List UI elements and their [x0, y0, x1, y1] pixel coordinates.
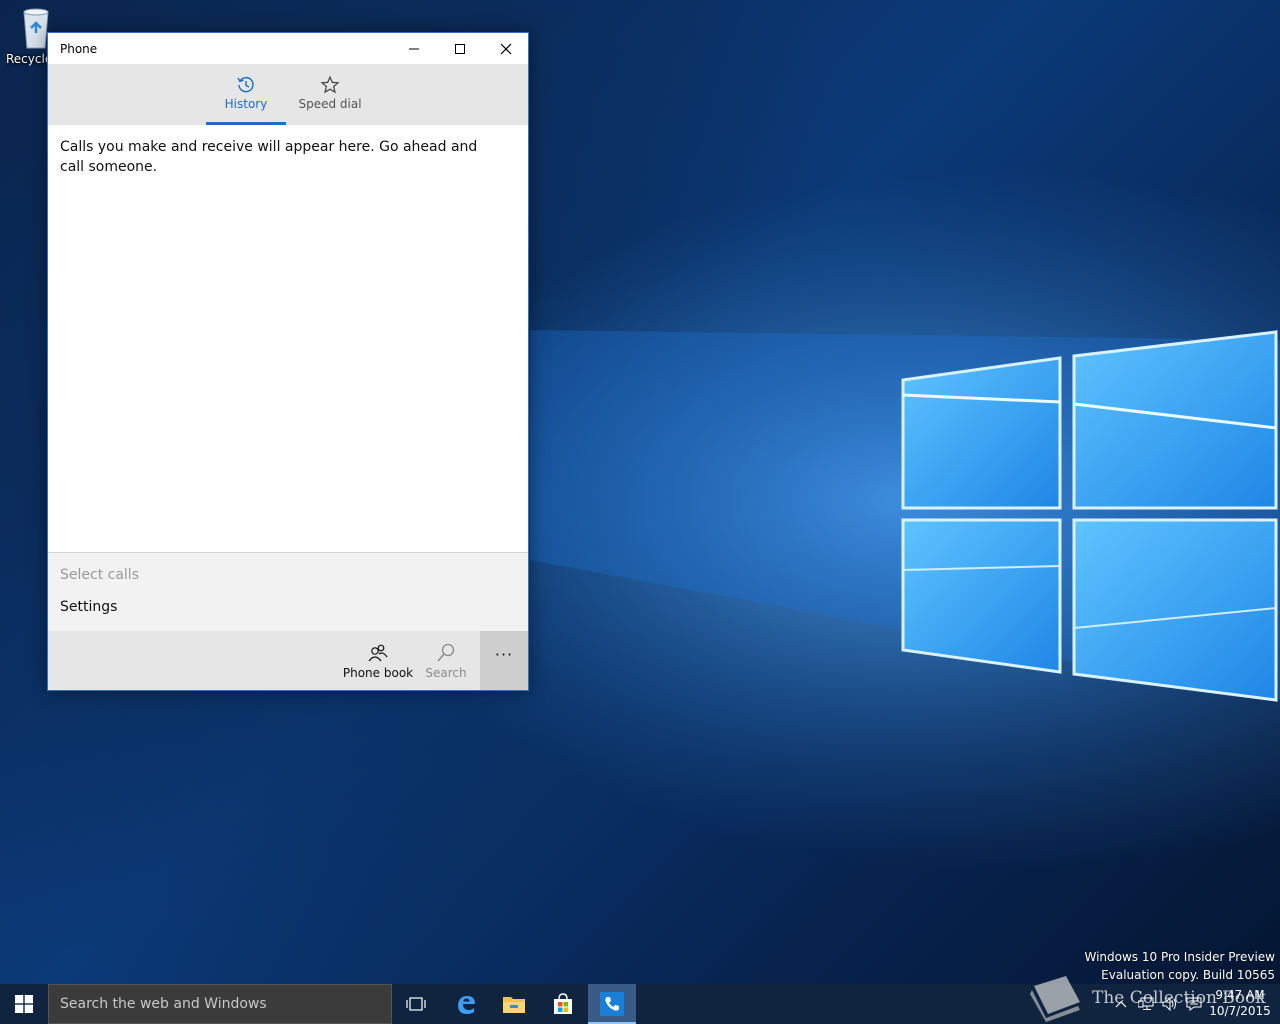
- taskbar-search-box[interactable]: Search the web and Windows: [48, 984, 392, 1024]
- minimize-button[interactable]: [391, 33, 437, 64]
- start-button[interactable]: [0, 984, 48, 1024]
- phone-book-button[interactable]: Phone book: [342, 631, 414, 690]
- call-history-list: Calls you make and receive will appear h…: [48, 125, 528, 552]
- minimize-icon: [409, 48, 419, 49]
- star-icon: [320, 75, 340, 94]
- collection-book-watermark: The Collection Book: [1092, 988, 1266, 1008]
- task-view-icon: [406, 997, 426, 1011]
- taskbar: Search the web and Windows 9:47 AM 10/7/…: [0, 984, 1280, 1024]
- close-button[interactable]: [483, 33, 529, 64]
- search-button[interactable]: Search: [420, 631, 472, 690]
- select-calls-menu-item: Select calls: [60, 567, 139, 583]
- windows-start-icon: [15, 995, 33, 1013]
- window-title: Phone: [60, 41, 98, 56]
- bottom-app-bar: Phone book Search ···: [48, 631, 528, 690]
- tab-bar: History Speed dial: [48, 64, 528, 125]
- book-watermark-icon: [1030, 976, 1080, 1022]
- more-options-button[interactable]: ···: [480, 631, 528, 690]
- people-icon: [368, 644, 388, 662]
- phone-icon: [600, 992, 624, 1016]
- history-icon: [237, 76, 254, 93]
- close-icon: [500, 43, 512, 54]
- file-explorer-taskbar-button[interactable]: [490, 984, 538, 1024]
- build-watermark: Windows 10 Pro Insider Preview Evaluatio…: [1084, 948, 1275, 984]
- tab-speed-dial[interactable]: Speed dial: [290, 64, 370, 125]
- edge-taskbar-button[interactable]: [442, 984, 490, 1024]
- settings-menu-item[interactable]: Settings: [60, 599, 117, 615]
- watermark-line-2: Evaluation copy. Build 10565: [1101, 968, 1275, 982]
- tab-history-label: History: [224, 97, 268, 111]
- store-taskbar-button[interactable]: [539, 984, 587, 1024]
- search-label: Search: [425, 666, 467, 680]
- watermark-line-1: Windows 10 Pro Insider Preview: [1084, 950, 1275, 964]
- app-bar-menu: Select calls Settings: [48, 552, 528, 631]
- maximize-icon: [455, 43, 465, 54]
- phone-app-window: Phone History Speed dial Calls you make …: [47, 32, 529, 691]
- task-view-button[interactable]: [392, 984, 440, 1024]
- phone-book-label: Phone book: [342, 666, 414, 680]
- taskbar-search-placeholder: Search the web and Windows: [60, 996, 267, 1012]
- search-icon: [437, 643, 455, 662]
- maximize-button[interactable]: [437, 33, 483, 64]
- phone-taskbar-button[interactable]: [588, 984, 636, 1024]
- tab-speed-dial-label: Speed dial: [298, 97, 362, 111]
- file-explorer-icon: [503, 997, 525, 1013]
- edge-icon: [458, 996, 475, 1014]
- store-icon: [554, 993, 572, 1014]
- empty-history-message: Calls you make and receive will appear h…: [60, 139, 478, 175]
- title-bar[interactable]: Phone: [48, 33, 528, 64]
- tab-history[interactable]: History: [206, 64, 286, 125]
